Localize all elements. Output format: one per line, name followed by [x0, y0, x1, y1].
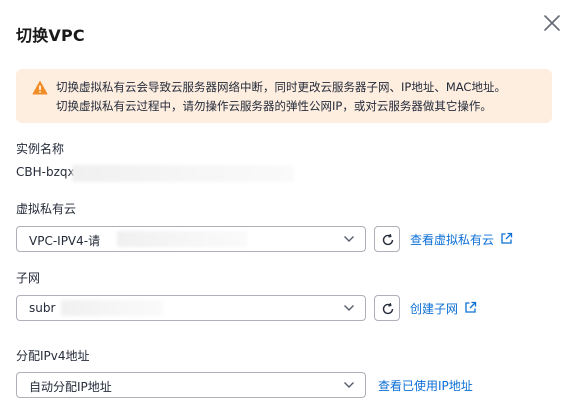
subnet-refresh-button[interactable]	[374, 295, 400, 321]
vpc-label: 虚拟私有云	[16, 202, 77, 216]
ipv4-select[interactable]: 自动分配IP地址	[16, 372, 366, 398]
ipv4-label: 分配IPv4地址	[16, 349, 90, 363]
chevron-down-icon	[344, 382, 354, 388]
subnet-select[interactable]: subr	[16, 295, 366, 321]
subnet-select-value: subr	[29, 301, 56, 315]
view-used-ip-link[interactable]: 查看已使用IP地址	[378, 377, 473, 394]
vpc-select-value: VPC-IPV4-请	[29, 234, 101, 248]
chevron-down-icon	[344, 305, 354, 311]
external-link-icon[interactable]	[464, 301, 477, 314]
view-vpc-link[interactable]: 查看虚拟私有云	[410, 231, 494, 248]
refresh-icon	[382, 303, 394, 315]
warning-text-line-2: 切换虚拟私有云过程中，请勿操作云服务器的弹性公网IP，或对云服务器做其它操作。	[56, 99, 492, 113]
close-button[interactable]	[541, 12, 563, 34]
subnet-label: 子网	[16, 271, 41, 285]
redacted-vpc-name	[117, 231, 247, 247]
instance-name-value: CBH-bzqx	[16, 165, 75, 179]
refresh-icon	[382, 234, 394, 246]
redacted-instance-name	[72, 165, 294, 182]
switch-vpc-dialog: 切换VPC 切换虚拟私有云会导致云服务器网络中断，同时更改云服务器子网、IP地址…	[0, 0, 568, 412]
warning-text-line-1: 切换虚拟私有云会导致云服务器网络中断，同时更改云服务器子网、IP地址、MAC地址…	[56, 80, 506, 94]
warning-banner: 切换虚拟私有云会导致云服务器网络中断，同时更改云服务器子网、IP地址、MAC地址…	[16, 69, 552, 123]
ipv4-select-value: 自动分配IP地址	[29, 380, 112, 394]
create-subnet-link[interactable]: 创建子网	[410, 300, 458, 317]
external-link-icon[interactable]	[500, 232, 513, 245]
dialog-title: 切换VPC	[16, 26, 85, 45]
chevron-down-icon	[344, 236, 354, 242]
close-icon[interactable]	[541, 12, 563, 34]
vpc-select[interactable]: VPC-IPV4-请	[16, 226, 366, 252]
instance-name-label: 实例名称	[16, 142, 65, 156]
warning-triangle-icon	[32, 81, 48, 95]
vpc-refresh-button[interactable]	[374, 226, 400, 252]
redacted-subnet-name	[61, 300, 163, 316]
